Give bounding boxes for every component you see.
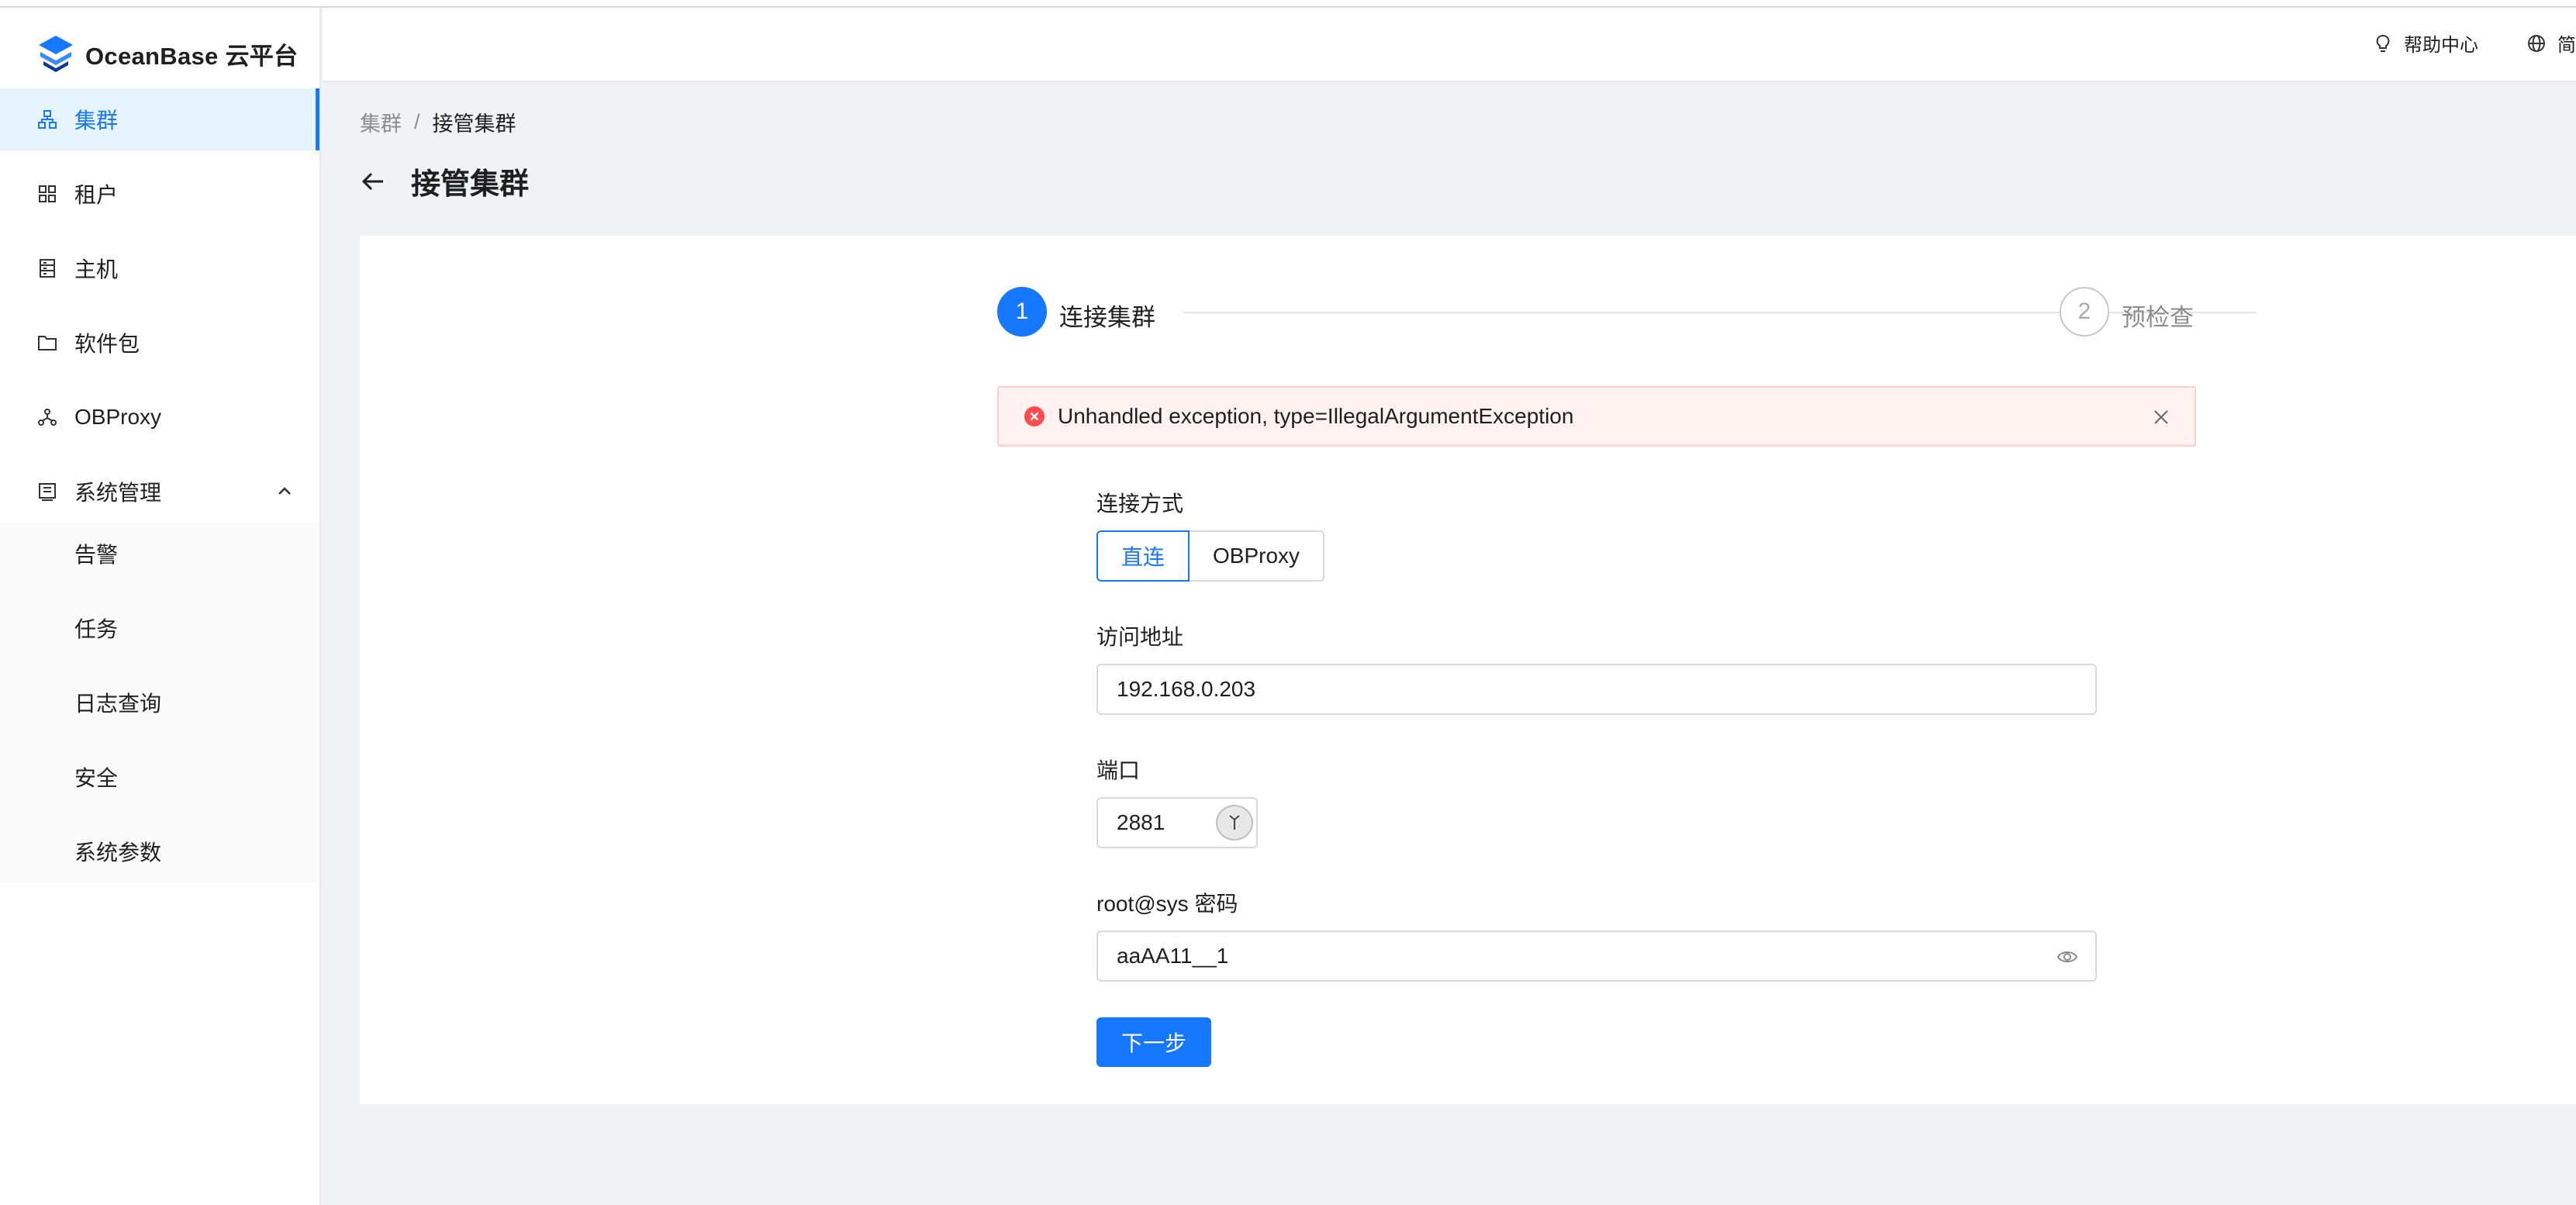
cluster-icon	[37, 109, 57, 129]
sidebar-item-cluster[interactable]: 集群	[0, 88, 319, 150]
language-label: 简	[2557, 35, 2576, 56]
connection-direct-option[interactable]: 直连	[1096, 530, 1190, 582]
grid-icon	[37, 184, 57, 204]
step-number: 1	[997, 287, 1047, 337]
logo[interactable]: OceanBase 云平台	[36, 28, 298, 79]
sidebar-nav: 集群 租户 主机 软件包 OBProxy 系统管理 告警 任务 日志查询 安全 …	[0, 88, 319, 882]
sidebar-item-tenant[interactable]: 租户	[0, 163, 319, 225]
port-input[interactable]: 2881	[1096, 797, 1258, 848]
sidebar-item-system-params[interactable]: 系统参数	[0, 820, 319, 882]
sidebar-item-host[interactable]: 主机	[0, 237, 319, 299]
chevron-up-icon	[278, 487, 291, 495]
password-label: root@sys 密码	[1096, 892, 1238, 916]
sidebar: OceanBase 云平台 集群 租户 主机 软件包 OBProxy 系统管理 …	[0, 8, 321, 1205]
sidebar-item-package[interactable]: 软件包	[0, 312, 319, 374]
system-submenu: 告警 任务 日志查询 安全 系统参数	[0, 523, 319, 882]
connection-type-label: 连接方式	[1096, 492, 1184, 516]
sidebar-item-task[interactable]: 任务	[0, 597, 319, 659]
address-value: 192.168.0.203	[1117, 677, 1256, 701]
sidebar-item-label: 系统管理	[74, 481, 162, 505]
sidebar-item-label: OBProxy	[74, 405, 162, 429]
lightbulb-icon	[2376, 34, 2390, 52]
help-center-link[interactable]: 帮助中心	[2373, 29, 2478, 57]
steps: 1 连接集群 2 预检查	[997, 287, 2257, 338]
sidebar-item-log-query[interactable]: 日志查询	[0, 672, 319, 734]
oceanbase-logo-icon	[39, 36, 73, 72]
next-step-button[interactable]: 下一步	[1096, 1017, 1211, 1067]
logo-text: OceanBase 云平台	[85, 42, 299, 70]
step-title: 预检查	[2122, 304, 2194, 331]
system-icon	[37, 482, 57, 502]
globe-icon	[2528, 34, 2545, 52]
sidebar-item-system[interactable]: 系统管理	[0, 461, 319, 523]
port-label: 端口	[1096, 758, 1141, 782]
stepper-cursor-icon	[1229, 815, 1240, 830]
server-icon	[37, 258, 57, 278]
sidebar-item-label: 集群	[74, 109, 119, 133]
help-center-label: 帮助中心	[2404, 35, 2478, 56]
breadcrumb: 集群 / 接管集群	[360, 107, 516, 137]
breadcrumb-current: 接管集群	[432, 112, 516, 136]
top-header: 帮助中心 简	[323, 8, 2576, 82]
page-title: 接管集群	[411, 168, 530, 201]
port-stepper-handle[interactable]	[1216, 805, 1253, 841]
connection-obproxy-option[interactable]: OBProxy	[1188, 530, 1325, 582]
proxy-icon	[37, 407, 57, 427]
sidebar-item-security[interactable]: 安全	[0, 746, 319, 808]
alert-message: Unhandled exception, type=IllegalArgumen…	[1058, 404, 1574, 428]
window-top-edge	[0, 0, 2576, 8]
eye-icon[interactable]	[2056, 948, 2078, 966]
connection-type-selector: 直连 OBProxy	[1096, 530, 1325, 582]
error-circle-icon	[1024, 406, 1045, 426]
step-number: 2	[2060, 287, 2109, 337]
address-input[interactable]: 192.168.0.203	[1096, 664, 2097, 715]
error-alert: Unhandled exception, type=IllegalArgumen…	[997, 386, 2196, 447]
sidebar-item-label: 租户	[74, 183, 119, 207]
step-title: 连接集群	[1059, 304, 1155, 331]
sidebar-item-alarm[interactable]: 告警	[0, 523, 319, 585]
language-switch[interactable]: 简	[2526, 29, 2576, 57]
password-input[interactable]: aaAA11__1	[1096, 931, 2097, 982]
folder-icon	[37, 333, 57, 353]
sidebar-item-label: 主机	[74, 257, 119, 281]
page-header: 接管集群	[360, 160, 529, 202]
sidebar-item-obproxy[interactable]: OBProxy	[0, 386, 319, 448]
close-icon[interactable]	[2151, 407, 2171, 427]
sidebar-item-label: 软件包	[74, 332, 140, 356]
breadcrumb-parent[interactable]: 集群	[360, 107, 402, 137]
port-value: 2881	[1117, 810, 1165, 834]
breadcrumb-separator: /	[414, 110, 420, 133]
address-label: 访问地址	[1096, 625, 1184, 649]
password-value: aaAA11__1	[1117, 944, 1229, 968]
arrow-left-icon[interactable]	[360, 168, 386, 195]
